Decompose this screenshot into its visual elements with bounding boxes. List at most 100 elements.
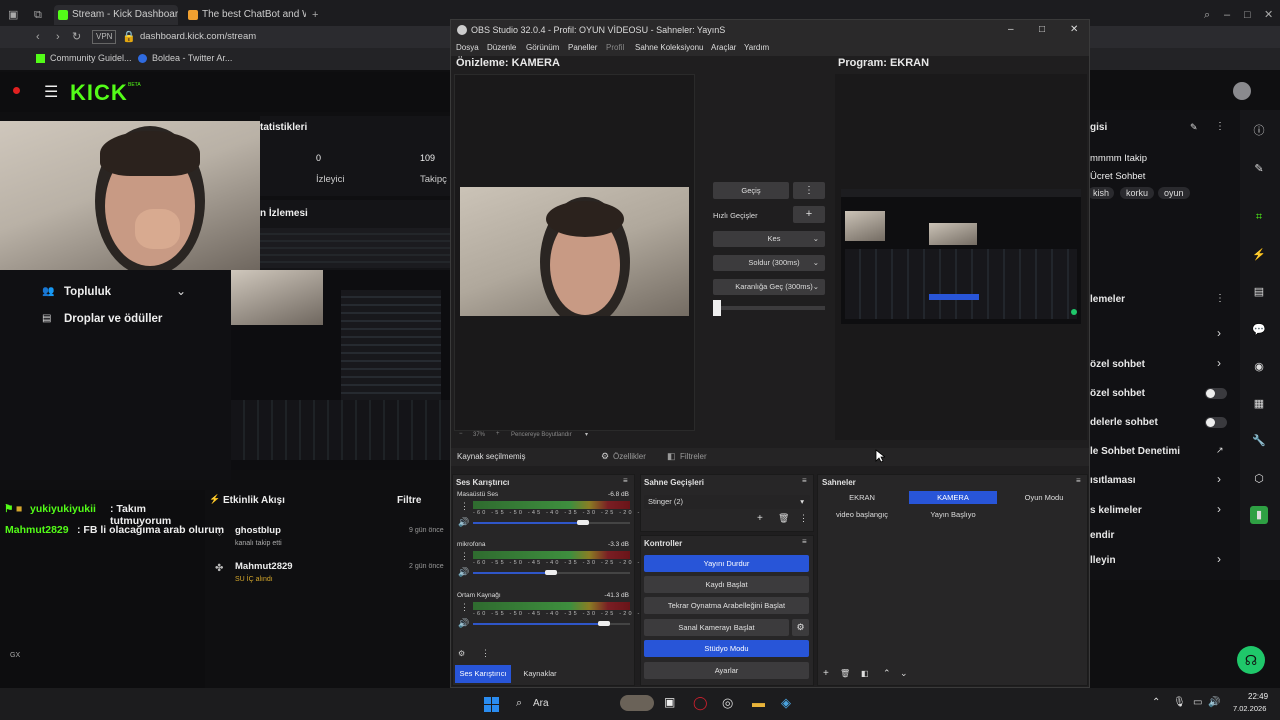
settings-item[interactable]: lleyin <box>1090 555 1116 566</box>
channel-more-icon[interactable]: ⋮ <box>460 602 469 613</box>
virtual-camera-gear-icon[interactable]: ⚙ <box>792 619 809 636</box>
settings-item[interactable]: delerle sohbet <box>1090 417 1158 428</box>
workspaces-icon[interactable]: ⧉ <box>34 8 42 22</box>
chevron-right-icon[interactable]: › <box>1217 356 1221 370</box>
menu-profile[interactable]: Profil <box>606 40 624 56</box>
external-link-icon[interactable]: ↗ <box>1216 445 1224 456</box>
crop-icon[interactable]: ⌗ <box>1250 208 1268 226</box>
quick-transition-fade-black[interactable]: Karanlığa Geç (300ms) ⌄ <box>713 279 825 295</box>
more-vertical-icon[interactable]: ⋮ <box>1215 121 1225 132</box>
remove-scene-icon[interactable]: 🗑 <box>840 669 850 678</box>
microphone-icon[interactable]: 🎙 <box>1173 697 1186 708</box>
move-up-icon[interactable]: ⌃ <box>883 668 891 679</box>
tbar-track[interactable] <box>713 306 825 310</box>
scene-ekran[interactable]: EKRAN <box>818 491 906 504</box>
preview-camera-source[interactable] <box>460 187 689 316</box>
close-icon[interactable]: ✕ <box>1264 8 1273 22</box>
scene-video-baslangic[interactable]: video başlangıç <box>818 508 906 521</box>
chat-username[interactable]: yukiyukiyukii <box>30 503 96 515</box>
menu-file[interactable]: Dosya <box>456 40 479 56</box>
settings-item[interactable]: le Sohbet Denetimi <box>1090 446 1180 457</box>
settings-item[interactable]: endir <box>1090 530 1114 541</box>
chevron-right-icon[interactable]: › <box>1217 552 1221 566</box>
file-explorer-icon[interactable]: ▬ <box>752 695 765 710</box>
tab-kick-dashboard[interactable]: Stream - Kick Dashboard <box>54 5 178 25</box>
dock-menu-icon[interactable]: ≡ <box>1076 476 1081 485</box>
volume-icon[interactable]: 🔊 <box>1208 697 1220 708</box>
transition-select[interactable]: Stinger (2) ▾ <box>644 495 810 509</box>
settings-button[interactable]: Ayarlar <box>644 662 809 679</box>
toggle-switch[interactable] <box>1205 388 1227 399</box>
vpn-badge[interactable]: VPN <box>92 30 117 44</box>
avatar[interactable] <box>1233 82 1251 100</box>
preview-canvas[interactable] <box>454 74 695 431</box>
bookmark-community[interactable]: Community Guidel... <box>50 53 132 63</box>
tag-chip[interactable]: oyun <box>1158 187 1190 199</box>
start-recording-button[interactable]: Kaydı Başlat <box>644 576 809 593</box>
settings-item[interactable]: ısıtlaması <box>1090 475 1136 486</box>
quick-transition-fade[interactable]: Soldur (300ms) ⌄ <box>713 255 825 271</box>
tag-chip[interactable]: korku <box>1120 187 1155 199</box>
add-scene-icon[interactable]: + <box>823 668 829 679</box>
network-icon[interactable]: ▭ <box>1193 697 1202 708</box>
tab-sources[interactable]: Kaynaklar <box>515 665 565 683</box>
transition-button[interactable]: Geçiş <box>713 182 789 199</box>
studio-mode-button[interactable]: Stüdyo Modu <box>644 640 809 657</box>
obs-close-icon[interactable]: ✕ <box>1070 20 1078 40</box>
forward-icon[interactable]: › <box>56 30 60 44</box>
taskbar-search-label[interactable]: Ara <box>533 698 549 709</box>
clipboard-icon[interactable]: ▤ <box>1250 283 1268 301</box>
tag-chip[interactable]: kish <box>1088 187 1115 199</box>
settings-item[interactable]: s kelimeler <box>1090 505 1142 516</box>
start-virtual-camera-button[interactable]: Sanal Kamerayı Başlat <box>644 619 789 636</box>
quick-transition-cut[interactable]: Kes ⌄ <box>713 231 825 247</box>
tab-chatbot[interactable]: The best ChatBot and Wid <box>184 5 306 25</box>
menu-edit[interactable]: Düzenle <box>487 40 516 56</box>
obs-maximize-icon[interactable]: □ <box>1039 20 1045 40</box>
tbar-handle[interactable] <box>713 300 721 316</box>
chat-bubble-icon[interactable]: 💬 <box>1250 321 1268 339</box>
move-down-icon[interactable]: ⌄ <box>900 668 908 679</box>
filters-button[interactable]: Filtreler <box>680 452 707 461</box>
scene-kamera[interactable]: KAMERA <box>909 491 997 504</box>
browser-menu-icon[interactable]: ▣ <box>8 8 18 22</box>
broadcast-icon[interactable]: ◉ <box>1250 358 1268 376</box>
bolt-icon[interactable]: ⚡ <box>1250 246 1268 264</box>
windows-start-icon[interactable] <box>484 697 499 712</box>
volume-slider-knob[interactable] <box>598 621 610 626</box>
mixer-settings-icon[interactable]: ⚙ <box>458 649 465 658</box>
chevron-down-icon[interactable]: ⌄ <box>176 284 186 298</box>
speaker-icon[interactable]: 🔊 <box>458 618 469 629</box>
search-highlight-icon[interactable] <box>620 695 654 711</box>
settings-item[interactable]: özel sohbet <box>1090 359 1145 370</box>
zoom-in-icon[interactable]: + <box>496 431 500 437</box>
reload-icon[interactable]: ↻ <box>72 30 81 44</box>
toggle-switch[interactable] <box>1205 417 1227 428</box>
speaker-icon[interactable]: 🔊 <box>458 567 469 578</box>
settings-item[interactable]: özel sohbet <box>1090 388 1145 399</box>
stop-streaming-button[interactable]: Yayını Durdur <box>644 555 809 572</box>
wrench-icon[interactable]: 🔧 <box>1250 432 1268 450</box>
start-replay-buffer-button[interactable]: Tekrar Oynatma Arabelleğini Başlat <box>644 597 809 614</box>
trash-icon[interactable]: 🗑 <box>778 513 789 524</box>
url-text[interactable]: dashboard.kick.com/stream <box>140 31 256 42</box>
tab-audio-mixer[interactable]: Ses Karıştırıcı <box>455 665 511 683</box>
edit-icon[interactable]: ✎ <box>1190 122 1198 133</box>
more-vertical-icon[interactable]: ⋮ <box>1215 293 1225 304</box>
back-icon[interactable]: ‹ <box>36 30 40 44</box>
dock-menu-icon[interactable]: ≡ <box>802 537 807 546</box>
new-tab-icon[interactable]: + <box>312 8 318 22</box>
obs-minimize-icon[interactable]: – <box>1008 20 1014 40</box>
add-icon[interactable]: + <box>757 513 763 524</box>
channel-more-icon[interactable]: ⋮ <box>460 551 469 562</box>
clock-time[interactable]: 22:49 <box>1248 692 1268 701</box>
menu-help[interactable]: Yardım <box>744 40 769 56</box>
layout-icon[interactable]: ▦ <box>1250 395 1268 413</box>
volume-slider-knob[interactable] <box>545 570 557 575</box>
dock-menu-icon[interactable]: ≡ <box>623 476 628 485</box>
bookmark-boldea[interactable]: Boldea - Twitter Ar... <box>152 53 232 63</box>
obs-taskbar-icon[interactable]: ◎ <box>722 695 733 711</box>
minimize-icon[interactable]: – <box>1224 8 1230 22</box>
add-transition-icon[interactable]: + <box>793 206 825 223</box>
scene-yayin-basliyo[interactable]: Yayın Başlıyo <box>909 508 997 521</box>
